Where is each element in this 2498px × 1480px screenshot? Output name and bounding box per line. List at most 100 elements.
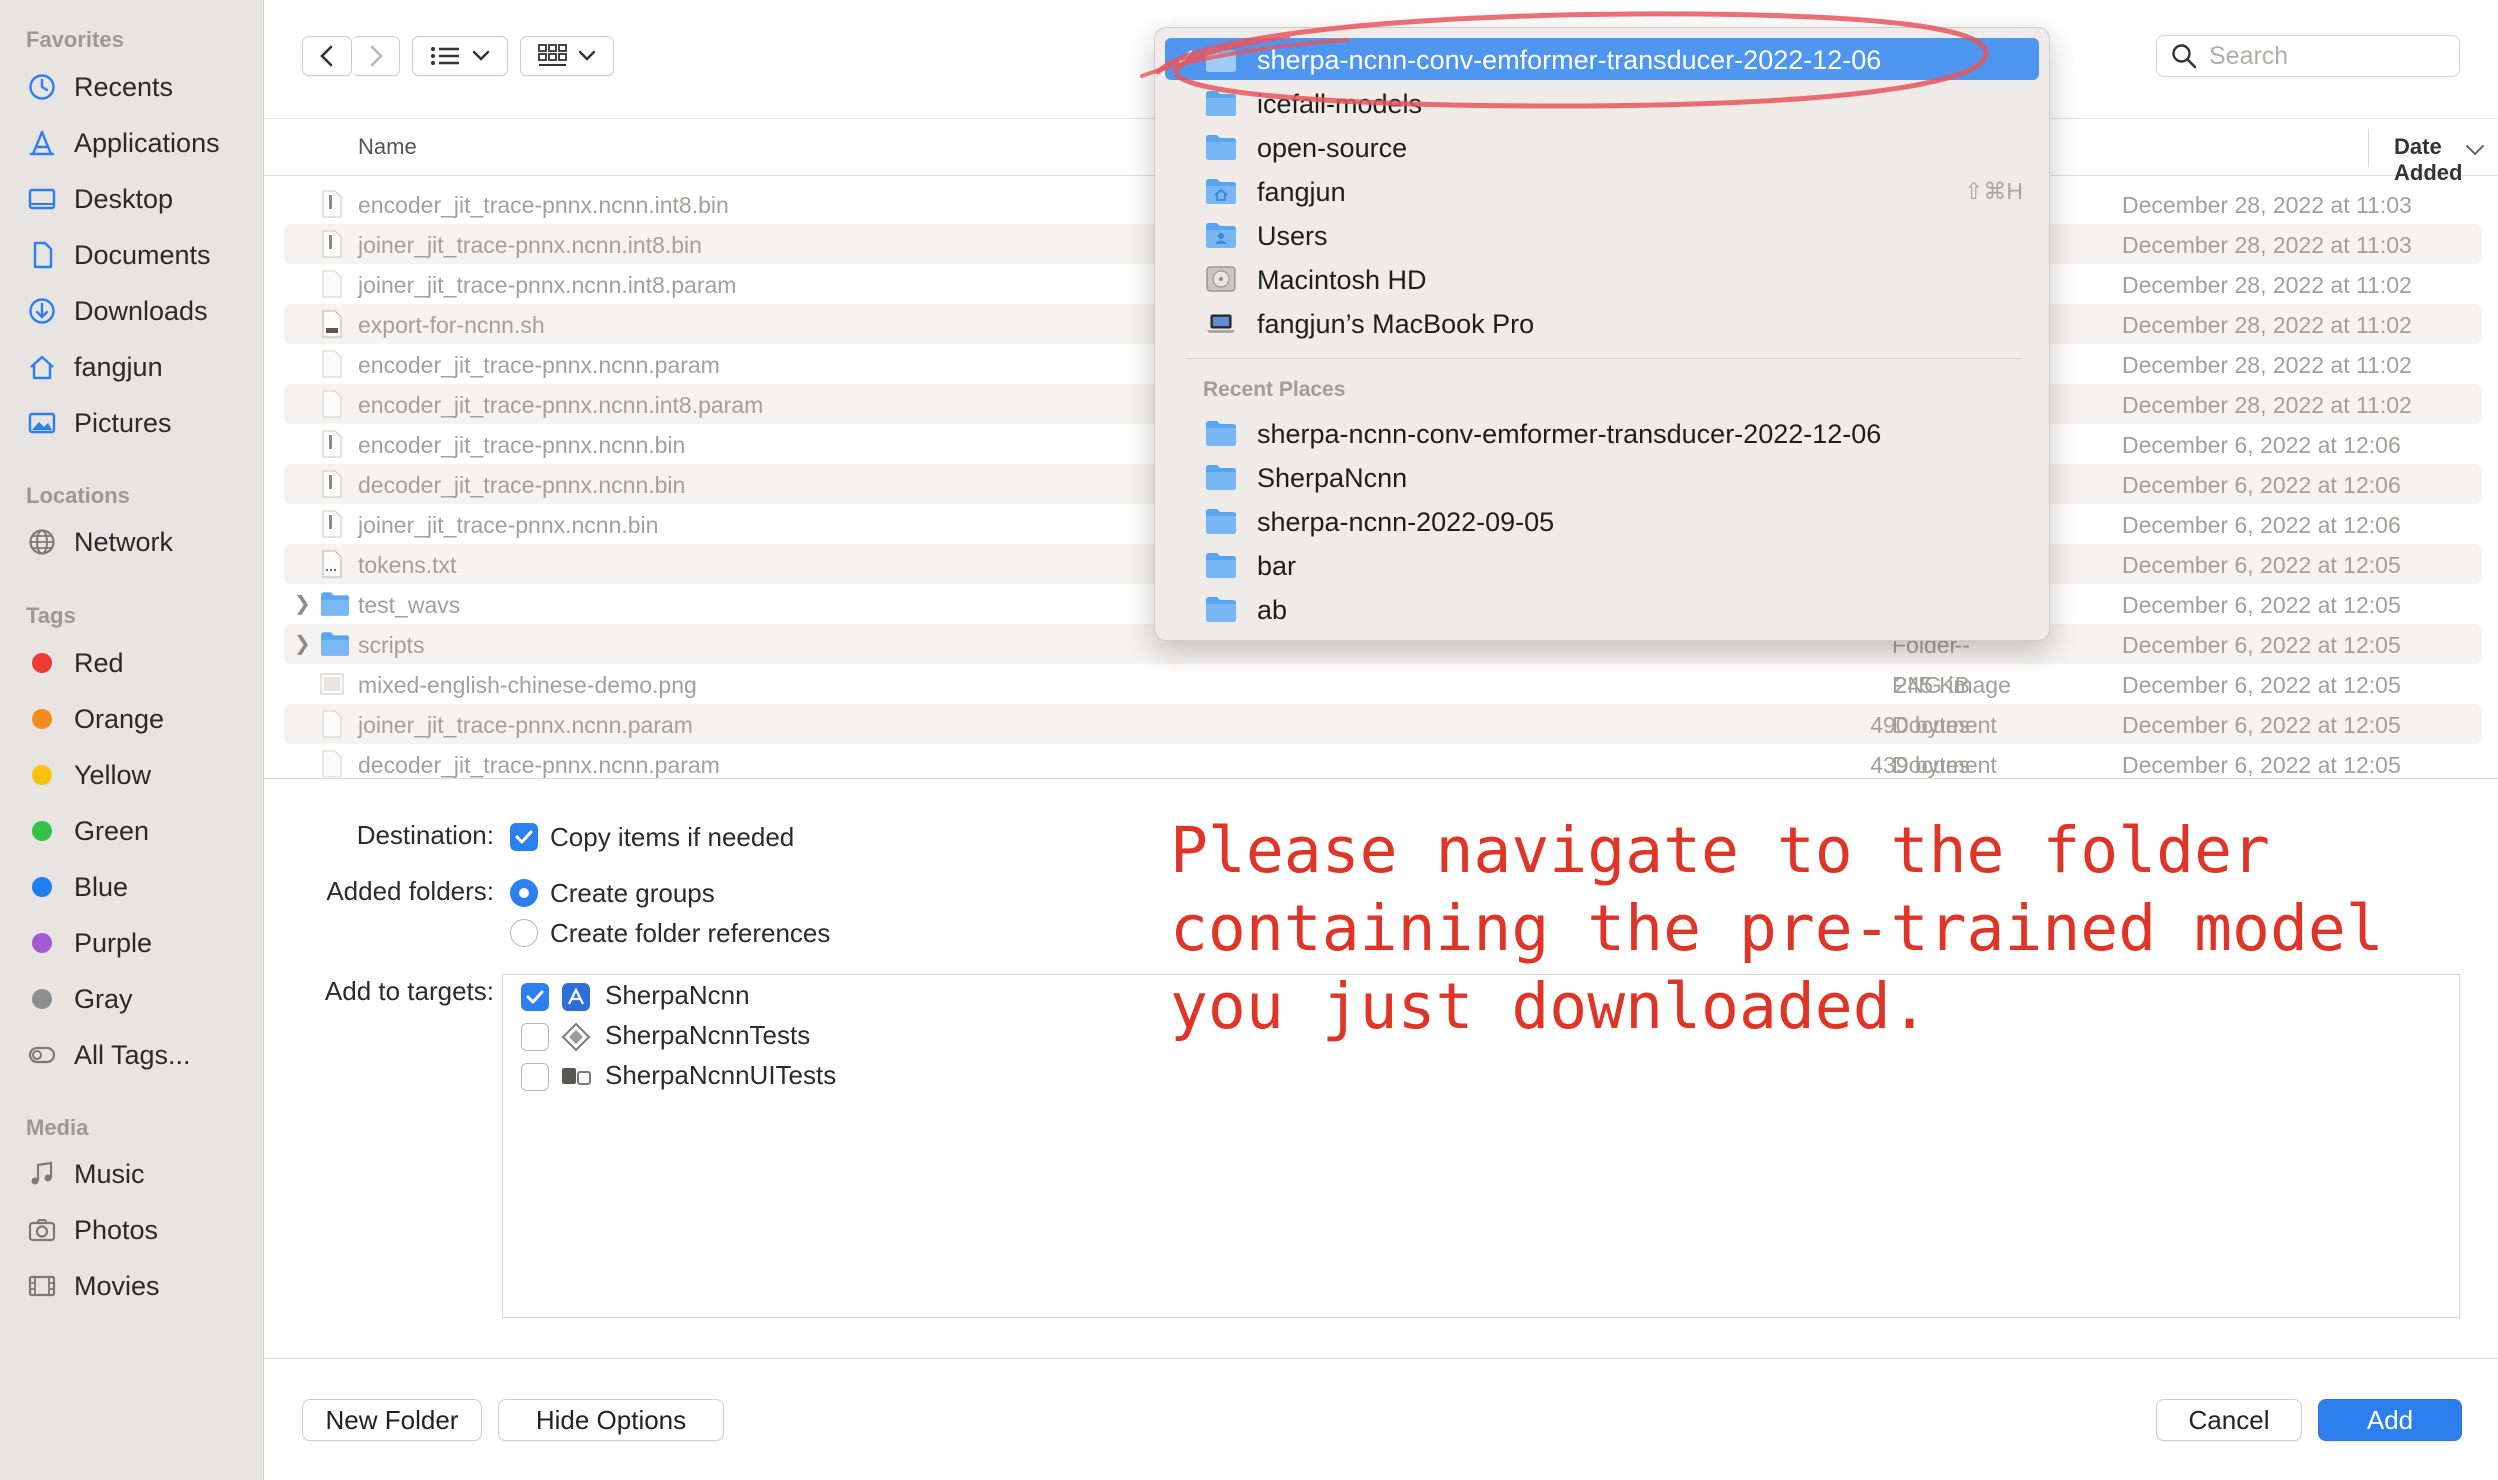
file-date-added: December 6, 2022 at 12:05 [2122, 632, 2401, 658]
view-list-button[interactable] [412, 36, 508, 76]
sidebar-item-documents[interactable]: Documents [26, 233, 256, 277]
sidebar-item-recents[interactable]: Recents [26, 65, 256, 109]
sidebar-item-label: Orange [74, 703, 165, 734]
list-view-icon [431, 47, 459, 65]
disclosure-triangle-icon[interactable]: ❯ [294, 631, 311, 656]
sidebar-item-downloads[interactable]: Downloads [26, 289, 256, 333]
music-icon [26, 1158, 58, 1190]
sidebar-item-movies[interactable]: Movies [26, 1264, 256, 1308]
file-row[interactable]: decoder_jit_trace-pnnx.ncnn.param 439 byt… [284, 744, 2482, 778]
sidebar-item-pictures[interactable]: Pictures [26, 401, 256, 445]
copy-items-label: Copy items if needed [550, 822, 795, 852]
search-field[interactable] [2156, 35, 2460, 77]
menu-item-macintosh-hd[interactable]: Macintosh HD [1165, 258, 2039, 300]
sidebar-item-label: Green [74, 815, 150, 846]
back-button[interactable] [302, 36, 352, 76]
instruction-annotation: Please navigate to the folder containing… [1170, 814, 2384, 1043]
camera-icon [26, 1214, 58, 1246]
folder-icon [1206, 135, 1236, 160]
sidebar-item-desktop[interactable]: Desktop [26, 177, 256, 221]
sidebar-item-tag-gray[interactable]: Gray [26, 977, 256, 1021]
hide-options-button[interactable]: Hide Options [498, 1399, 724, 1441]
text-file-icon [322, 550, 342, 578]
sidebar-item-tag-yellow[interactable]: Yellow [26, 753, 256, 797]
menu-item-label: open-source [1257, 133, 1408, 163]
sidebar-item-tag-red[interactable]: Red [26, 641, 256, 685]
column-name[interactable]: Name [358, 134, 417, 160]
sidebar-item-label: Network [74, 526, 174, 557]
menu-item-current-folder[interactable]: ✓ sherpa-ncnn-conv-emformer-transducer-2… [1165, 38, 2039, 80]
sidebar-item-network[interactable]: Network [26, 520, 256, 564]
menu-item-macbook-pro[interactable]: fangjun’s MacBook Pro [1165, 302, 2039, 344]
sidebar-item-photos[interactable]: Photos [26, 1208, 256, 1252]
tags-heading: Tags [26, 603, 76, 628]
pictures-icon [26, 407, 58, 439]
sidebar-item-tag-green[interactable]: Green [26, 809, 256, 853]
file-date-added: December 28, 2022 at 11:02 [2122, 352, 2412, 378]
sidebar-item-fangjun[interactable]: fangjun [26, 345, 256, 389]
document-file-icon [322, 750, 342, 778]
file-date-added: December 28, 2022 at 11:03 [2122, 232, 2412, 258]
new-folder-button[interactable]: New Folder [302, 1399, 482, 1441]
file-name: encoder_jit_trace-pnnx.ncnn.int8.param [358, 392, 764, 418]
copy-items-checkbox[interactable] [510, 823, 538, 851]
keyboard-shortcut: ⇧⌘H [1964, 178, 2023, 204]
target-sherpancnnuitests-checkbox[interactable] [521, 1063, 549, 1091]
file-name: encoder_jit_trace-pnnx.ncnn.int8.bin [358, 192, 729, 218]
checkmark-icon [515, 830, 533, 844]
file-row[interactable]: mixed-english-chinese-demo.png 245 KB PNG … [284, 664, 2482, 704]
menu-item-recent-place[interactable]: ab [1165, 588, 2039, 630]
sidebar-item-label: Photos [74, 1214, 159, 1245]
search-input[interactable] [2209, 41, 2449, 71]
file-date-added: December 6, 2022 at 12:05 [2122, 552, 2401, 578]
document-icon [26, 239, 58, 271]
disclosure-triangle-icon[interactable]: ❯ [294, 591, 311, 616]
column-separator[interactable] [2368, 129, 2369, 167]
film-icon [26, 1270, 58, 1302]
menu-item-recent-place[interactable]: sherpa-ncnn-2022-09-05 [1165, 500, 2039, 542]
document-file-icon [322, 710, 342, 738]
create-folder-references-radio[interactable] [510, 919, 538, 947]
menu-item-fangjun[interactable]: fangjun ⇧⌘H [1165, 170, 2039, 212]
sidebar-item-music[interactable]: Music [26, 1152, 256, 1196]
forward-button[interactable] [352, 36, 400, 76]
target-sherpancnn-checkbox[interactable] [521, 983, 549, 1011]
menu-item-label: sherpa-ncnn-conv-emformer-transducer-202… [1257, 419, 1882, 449]
file-name: tokens.txt [358, 552, 457, 578]
location-dropdown-menu: ✓ sherpa-ncnn-conv-emformer-transducer-2… [1154, 27, 2050, 641]
menu-item-recent-place[interactable]: bar [1165, 544, 2039, 586]
folder-icon [1206, 465, 1236, 490]
add-to-targets-label: Add to targets: [324, 976, 494, 1006]
file-name: test_wavs [358, 592, 461, 618]
menu-item-icefall-models[interactable]: icefall-models [1165, 82, 2039, 124]
menu-item-recent-place[interactable]: sherpa-ncnn-conv-emformer-transducer-202… [1165, 412, 2039, 454]
group-by-button[interactable] [520, 36, 614, 76]
checkmark-icon [526, 990, 544, 1004]
clock-icon [26, 71, 58, 103]
column-date-added[interactable]: Date Added [2394, 134, 2498, 186]
add-button[interactable]: Add [2318, 1399, 2462, 1441]
sidebar-item-label: Pictures [74, 407, 172, 438]
sidebar: Favorites Recents Applications Desktop D… [0, 0, 264, 1480]
file-row[interactable]: joiner_jit_trace-pnnx.ncnn.param 490 byte… [284, 704, 2482, 744]
sort-chevron-down-icon[interactable] [2464, 143, 2486, 157]
sidebar-item-tag-blue[interactable]: Blue [26, 865, 256, 909]
sidebar-item-label: Music [74, 1158, 145, 1189]
file-kind: Document [1892, 752, 1997, 778]
sidebar-item-all-tags[interactable]: All Tags... [26, 1033, 256, 1077]
cancel-button[interactable]: Cancel [2156, 1399, 2302, 1441]
create-groups-radio[interactable] [510, 879, 538, 907]
menu-item-label: sherpa-ncnn-conv-emformer-transducer-202… [1257, 45, 1882, 75]
sidebar-item-label: fangjun [74, 351, 163, 382]
sidebar-item-tag-purple[interactable]: Purple [26, 921, 256, 965]
menu-item-open-source[interactable]: open-source [1165, 126, 2039, 168]
target-label: SherpaNcnnUITests [605, 1060, 837, 1090]
search-icon [2172, 44, 2197, 69]
sidebar-item-applications[interactable]: Applications [26, 121, 256, 165]
recent-places-heading: Recent Places [1203, 378, 1346, 401]
menu-item-recent-place[interactable]: SherpaNcnn [1165, 456, 2039, 498]
menu-item-users[interactable]: Users [1165, 214, 2039, 256]
download-icon [26, 295, 58, 327]
sidebar-item-tag-orange[interactable]: Orange [26, 697, 256, 741]
target-sherpancnntests-checkbox[interactable] [521, 1023, 549, 1051]
